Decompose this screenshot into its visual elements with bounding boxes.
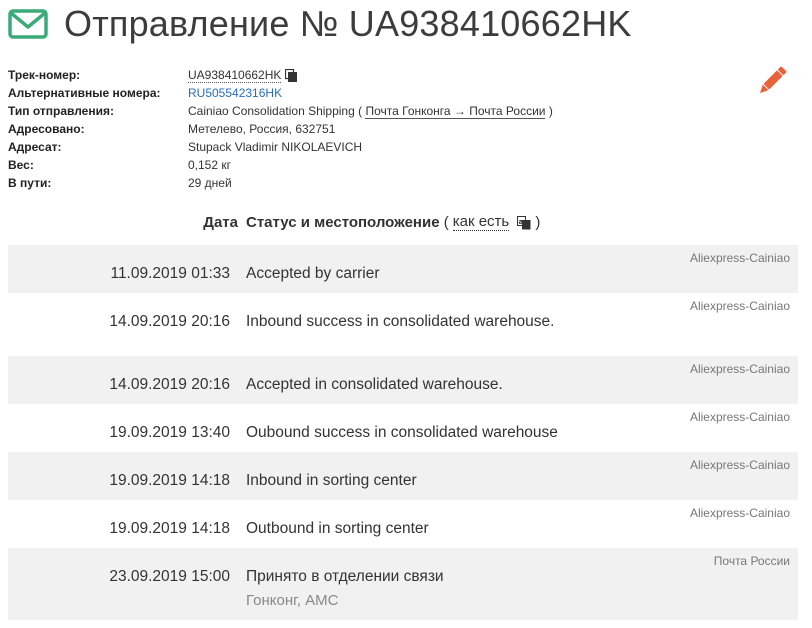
event-date: 19.09.2019 13:40 <box>109 424 230 441</box>
page-header: Отправление № UA938410662HK <box>8 2 632 46</box>
info-row-weight: Вес: 0,152 кг <box>8 156 553 174</box>
info-label: Вес: <box>8 158 34 172</box>
event-row: Aliexpress-Cainiao 19.09.2019 14:18 Inbo… <box>8 452 798 500</box>
event-source: Aliexpress-Cainiao <box>689 506 790 520</box>
event-date: 14.09.2019 20:16 <box>109 313 230 330</box>
info-row-type: Тип отправления: Cainiao Consolidation S… <box>8 102 553 120</box>
event-date: 19.09.2019 14:18 <box>109 520 230 537</box>
track-number[interactable]: UA938410662HK <box>188 68 282 83</box>
info-value: Cainiao Consolidation Shipping ( Почта Г… <box>188 102 553 120</box>
route-link[interactable]: Почта Гонконга → Почта России <box>365 104 546 119</box>
column-date: Дата <box>203 214 238 231</box>
paren-open: ( <box>443 214 449 231</box>
info-value: UA938410662HK <box>188 66 298 84</box>
event-status: Oubound success in consolidated warehous… <box>246 424 558 441</box>
event-date: 23.09.2019 15:00 <box>109 568 230 585</box>
info-label: В пути: <box>8 176 52 190</box>
event-status: Accepted in consolidated warehouse. <box>246 376 503 393</box>
event-row: Aliexpress-Cainiao 14.09.2019 20:16 Acce… <box>8 356 798 404</box>
event-status: Принято в отделении связи <box>246 568 444 585</box>
event-date: 11.09.2019 01:33 <box>110 265 230 282</box>
event-location: Гонконг, АМС <box>246 592 339 609</box>
event-row: Aliexpress-Cainiao 19.09.2019 13:40 Oubo… <box>8 404 798 452</box>
event-row: Aliexpress-Cainiao 11.09.2019 01:33 Acce… <box>8 245 798 293</box>
event-source: Aliexpress-Cainiao <box>689 362 790 376</box>
info-value: 0,152 кг <box>188 158 231 172</box>
shipment-info: Трек-номер: UA938410662HK Альтернативные… <box>8 66 553 192</box>
info-value: Метелево, Россия, 632751 <box>188 122 336 136</box>
paren-close: ) <box>535 214 541 231</box>
events-list: Aliexpress-Cainiao 11.09.2019 01:33 Acce… <box>8 245 798 620</box>
envelope-icon <box>8 9 48 39</box>
event-date: 19.09.2019 14:18 <box>109 472 230 489</box>
event-row: Aliexpress-Cainiao 14.09.2019 20:16 Inbo… <box>8 293 798 356</box>
event-status: Inbound success in consolidated warehous… <box>246 313 555 330</box>
paren-close: ) <box>548 104 553 118</box>
info-label: Альтернативные номера: <box>8 86 161 100</box>
event-status: Inbound in sorting center <box>246 472 417 489</box>
info-label: Адресовано: <box>8 122 85 136</box>
page-title: Отправление № UA938410662HK <box>64 3 632 44</box>
info-value: Stupack Vladimir NIKOLAEVICH <box>188 140 363 154</box>
events-table-header: Дата Статус и местоположение ( как есть … <box>8 214 798 236</box>
info-row-address: Адресовано: Метелево, Россия, 632751 <box>8 120 553 138</box>
event-source: Почта России <box>713 554 790 568</box>
info-label: Тип отправления: <box>8 104 114 118</box>
event-row: Aliexpress-Cainiao 19.09.2019 14:18 Outb… <box>8 500 798 548</box>
event-source: Aliexpress-Cainiao <box>689 458 790 472</box>
event-source: Aliexpress-Cainiao <box>689 299 790 313</box>
shipping-type: Cainiao Consolidation Shipping <box>188 104 355 118</box>
info-row-track: Трек-номер: UA938410662HK <box>8 66 553 84</box>
info-label: Трек-номер: <box>8 68 81 82</box>
info-value: 29 дней <box>188 176 232 190</box>
event-date: 14.09.2019 20:16 <box>109 376 230 393</box>
event-row: Почта России 23.09.2019 15:00 Принято в … <box>8 548 798 620</box>
as-is-link[interactable]: как есть <box>452 214 510 231</box>
info-row-alt: Альтернативные номера: RU505542316HK <box>8 84 553 102</box>
paren-open: ( <box>358 104 363 118</box>
translate-icon[interactable]: a <box>517 215 531 230</box>
info-label: Адресат: <box>8 140 62 154</box>
info-row-transit: В пути: 29 дней <box>8 174 553 192</box>
event-status: Accepted by carrier <box>246 265 380 282</box>
alt-number-link[interactable]: RU505542316HK <box>188 84 282 102</box>
column-status-label: Статус и местоположение <box>246 214 440 231</box>
copy-icon[interactable] <box>285 68 298 82</box>
event-source: Aliexpress-Cainiao <box>689 410 790 424</box>
event-status: Outbound in sorting center <box>246 520 429 537</box>
column-status: Статус и местоположение ( как есть a ) <box>246 214 540 231</box>
info-row-recipient: Адресат: Stupack Vladimir NIKOLAEVICH <box>8 138 553 156</box>
event-source: Aliexpress-Cainiao <box>689 251 790 265</box>
svg-text:a: a <box>519 218 524 226</box>
edit-pencil-icon[interactable] <box>757 66 787 96</box>
